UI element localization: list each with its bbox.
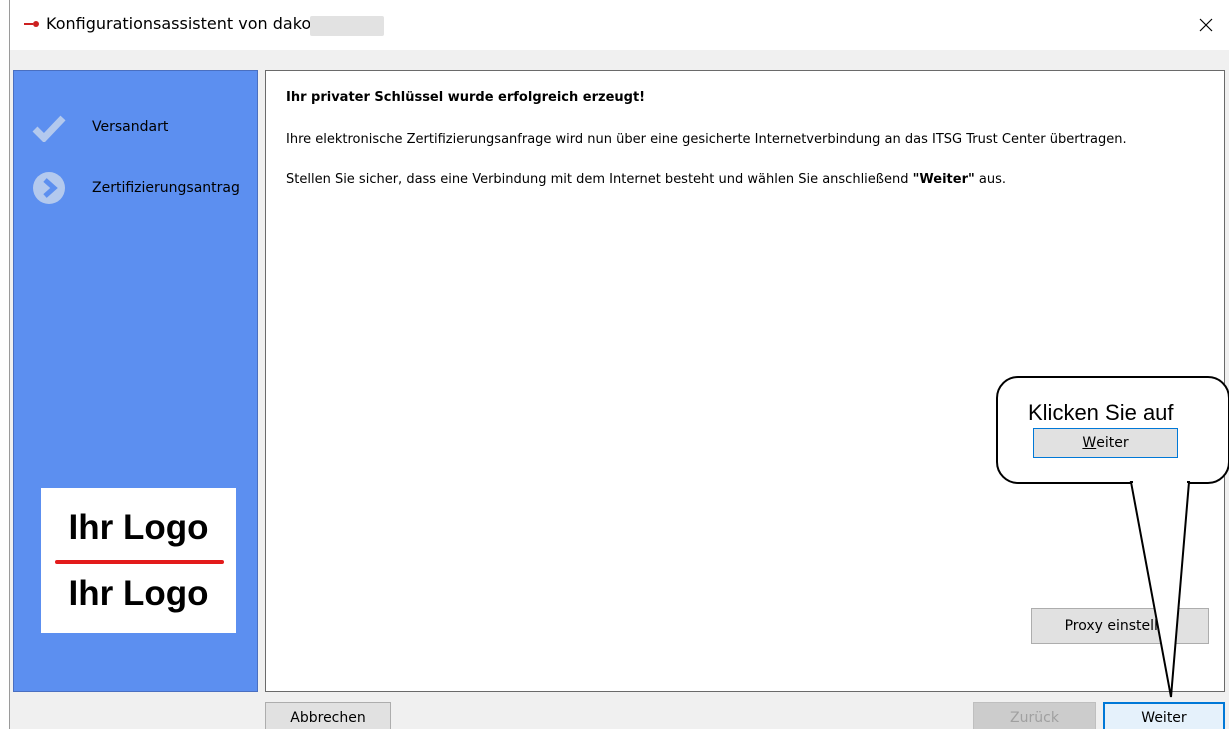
wizard-window: Konfigurationsassistent von dakota.ag Ve… — [9, 0, 1229, 729]
callout-pointer — [1129, 480, 1191, 698]
